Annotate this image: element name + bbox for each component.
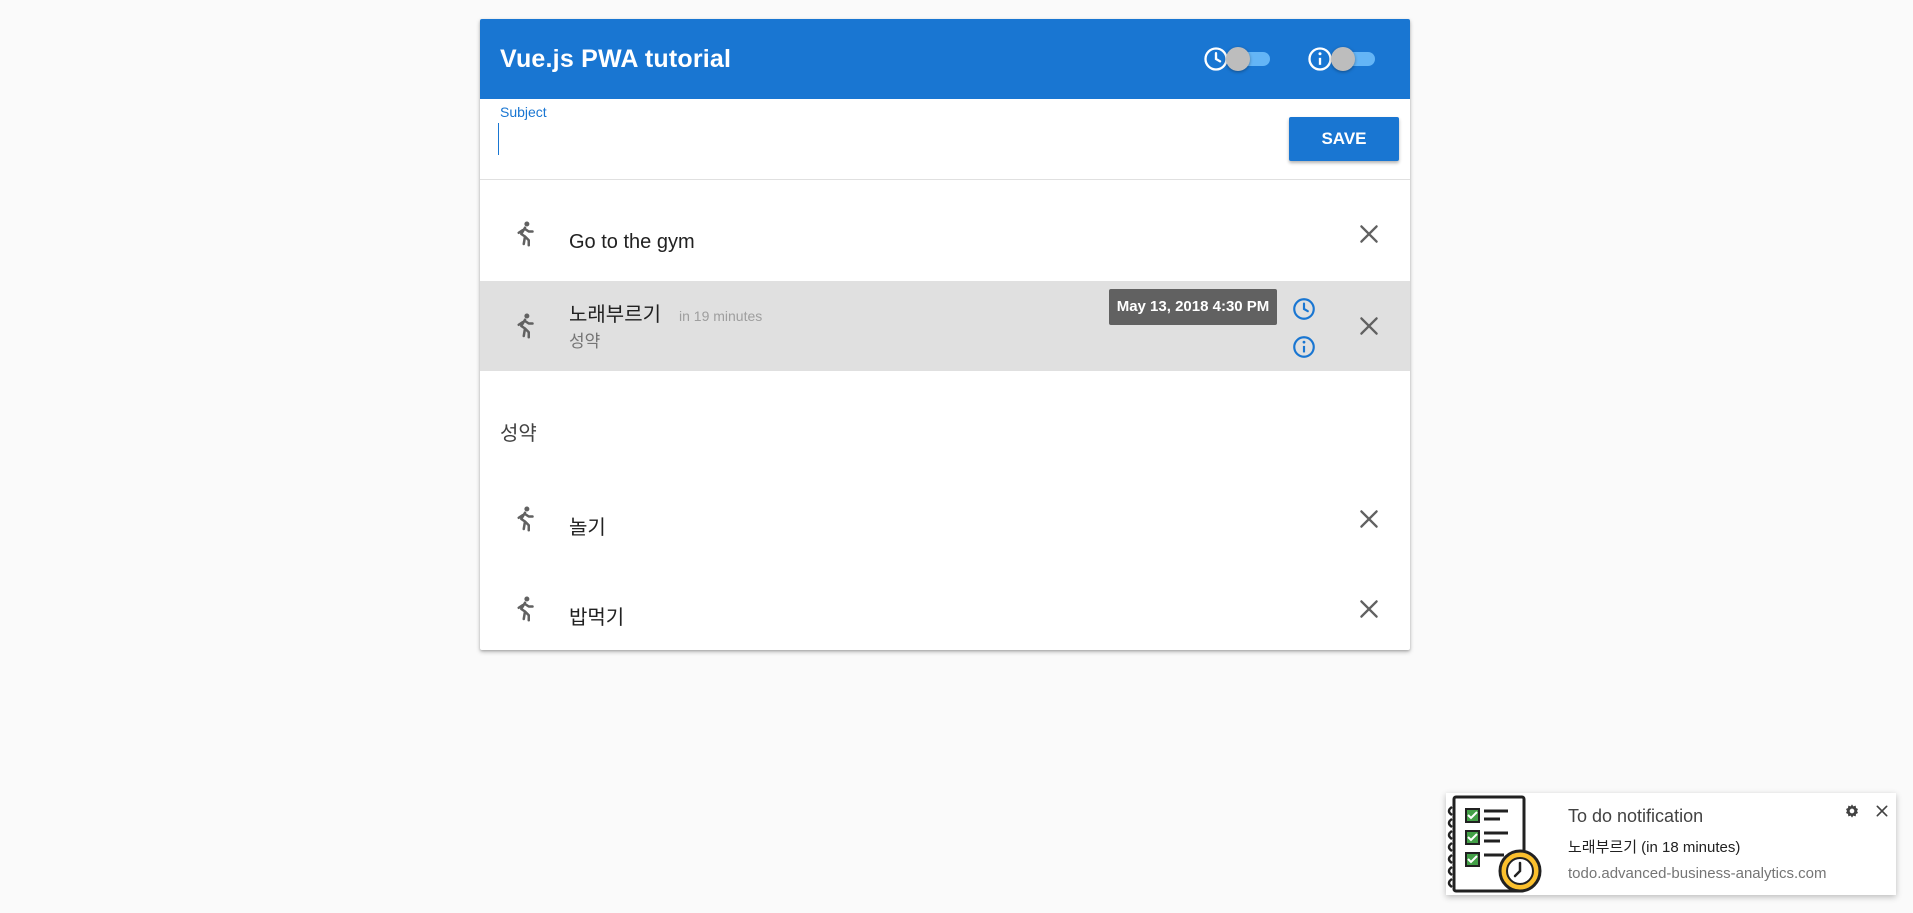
todo-title: 밥먹기	[569, 607, 625, 629]
info-toggle-thumb	[1331, 47, 1355, 71]
todo-title: Go to the gym	[569, 231, 695, 253]
todo-title: 노래부르기	[569, 304, 661, 326]
run-icon	[517, 221, 534, 247]
app-toolbar: Vue.js PWA tutorial	[480, 19, 1410, 99]
run-icon	[517, 313, 534, 339]
subject-input[interactable]	[498, 123, 1258, 155]
close-icon[interactable]	[1356, 506, 1382, 532]
checklist-clock-icon	[1447, 795, 1542, 893]
app-title: Vue.js PWA tutorial	[500, 45, 732, 73]
info-toggle[interactable]	[1331, 47, 1377, 71]
save-button[interactable]: SAVE	[1289, 117, 1399, 161]
todo-card: Vue.js PWA tutorial Subject SAVE Go to t…	[480, 19, 1410, 650]
run-icon	[517, 596, 534, 622]
subject-label: Subject	[500, 104, 547, 120]
clock-toggle-thumb	[1226, 47, 1250, 71]
group-header: 성약	[500, 423, 537, 445]
close-icon[interactable]	[1874, 803, 1890, 819]
todo-item[interactable]: 놀기	[480, 469, 1410, 559]
gear-icon[interactable]	[1844, 803, 1860, 819]
desktop-notification[interactable]: To do notification 노래부르기 (in 18 minutes)…	[1446, 793, 1896, 895]
notification-title: To do notification	[1568, 806, 1704, 826]
info-icon[interactable]	[1291, 334, 1317, 360]
todo-title: 놀기	[569, 517, 606, 539]
divider	[480, 179, 1410, 180]
todo-item[interactable]: Go to the gym	[480, 199, 1410, 289]
close-icon[interactable]	[1356, 221, 1382, 247]
info-icon	[1308, 47, 1332, 71]
run-icon	[517, 506, 534, 532]
notification-body: 노래부르기 (in 18 minutes)	[1568, 839, 1741, 856]
clock-toggle[interactable]	[1226, 47, 1272, 71]
todo-subtitle: 성약	[569, 332, 601, 351]
due-date-tooltip: May 13, 2018 4:30 PM	[1109, 289, 1277, 325]
notification-source: todo.advanced-business-analytics.com	[1568, 865, 1827, 882]
todo-item[interactable]: 밥먹기	[480, 559, 1410, 649]
close-icon[interactable]	[1356, 596, 1382, 622]
clock-icon[interactable]	[1291, 296, 1317, 322]
todo-due-meta: in 19 minutes	[679, 308, 763, 324]
close-icon[interactable]	[1356, 313, 1382, 339]
